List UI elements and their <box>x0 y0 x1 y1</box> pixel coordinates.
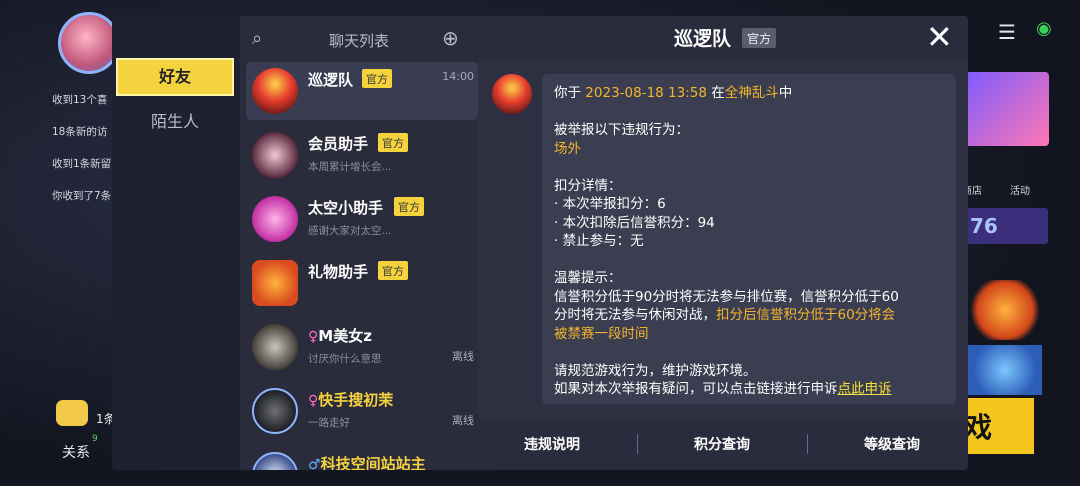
appeal-link[interactable]: 点此申诉 <box>838 381 892 397</box>
official-badge: 官方 <box>362 69 392 88</box>
contact-name: 巡逻队 <box>308 71 354 89</box>
menu-icon[interactable]: ☰ <box>998 20 1016 44</box>
tab-column: 好友 陌生人 <box>112 16 240 470</box>
fish-event-icon[interactable] <box>968 345 1042 395</box>
chat-list: ⌕ 聊天列表 ⊕ 巡逻队 官方 14:00 会员助手 官方 本周累计增长会...… <box>240 16 478 470</box>
message-line: · 禁止参与：无 <box>554 233 644 249</box>
chat-title: 巡逻队 <box>674 28 732 50</box>
relations-count: 9 <box>92 434 98 444</box>
player-avatar[interactable] <box>58 12 120 74</box>
level-query-button[interactable]: 等级查询 <box>832 434 952 454</box>
official-badge: 官方 <box>742 28 777 48</box>
female-icon: ♀ <box>308 329 319 345</box>
chat-dialog: 好友 陌生人 ⌕ 聊天列表 ⊕ 巡逻队 官方 14:00 会员助手 官方 本周累… <box>112 16 968 470</box>
divider <box>637 434 638 454</box>
avatar <box>252 196 298 242</box>
game-mode: 全神乱斗 <box>724 85 779 101</box>
message-line: 你于 2023-08-18 13:58 在全神乱斗中 <box>554 85 793 101</box>
tab-friends[interactable]: 好友 <box>116 58 234 96</box>
relations-label[interactable]: 关系 <box>62 442 90 462</box>
signal-icon: ◉ <box>1036 18 1052 39</box>
chat-header: 巡逻队 官方 ✕ <box>478 16 968 58</box>
message-time: 14:00 <box>442 70 474 83</box>
start-game-button[interactable]: 戏 <box>962 398 1034 454</box>
fire-event-icon[interactable] <box>970 280 1040 340</box>
avatar <box>252 324 298 370</box>
message-line: 温馨提示： <box>554 270 622 286</box>
message-line: · 本次举报扣分：6 <box>554 196 666 212</box>
list-item[interactable]: 会员助手 官方 本周累计增长会... <box>246 126 478 184</box>
avatar <box>252 132 298 178</box>
search-icon[interactable]: ⌕ <box>252 28 274 50</box>
contact-name: 会员助手 <box>308 135 369 153</box>
female-icon: ♀ <box>308 393 319 409</box>
violation-type: 场外 <box>554 140 581 157</box>
contact-name: 礼物助手 <box>308 263 369 281</box>
notification-gifts[interactable]: 收到13个喜 <box>52 92 112 107</box>
avatar <box>252 452 298 470</box>
contact-name: 太空小助手 <box>308 199 384 217</box>
chat-list-title: 聊天列表 <box>328 32 389 50</box>
list-item[interactable]: 礼物助手 官方 <box>246 254 478 312</box>
list-item[interactable]: ♀M美女z 讨厌你什么意思 离线 <box>246 318 478 376</box>
tab-strangers[interactable]: 陌生人 <box>116 104 234 140</box>
online-status: 离线 <box>452 414 474 427</box>
report-date: 2023-08-18 13:58 <box>585 85 707 101</box>
sender-avatar <box>492 74 532 114</box>
chat-list-header: ⌕ 聊天列表 ⊕ <box>240 16 478 62</box>
contact-name: ♀快手搜初茉 <box>308 391 394 409</box>
message-line: · 本次扣除后信誉积分：94 <box>554 214 715 231</box>
message-line: 如果对本次举报有疑问，可以点击链接进行申诉点此申诉 <box>554 381 892 397</box>
message-bubble: 你于 2023-08-18 13:58 在全神乱斗中 被举报以下违规行为： 场外… <box>542 74 956 404</box>
notification-other[interactable]: 你收到了7条 <box>52 188 112 203</box>
rules-button[interactable]: 违规说明 <box>492 434 612 454</box>
list-item[interactable]: ♀快手搜初茉 一路走好 离线 <box>246 382 478 440</box>
points-query-button[interactable]: 积分查询 <box>662 434 782 454</box>
notification-visits[interactable]: 18条新的访 <box>52 124 112 139</box>
divider <box>807 434 808 454</box>
chat-footer: 违规说明 积分查询 等级查询 <box>478 418 968 470</box>
message-preview: 本周累计增长会... <box>308 161 392 173</box>
official-badge: 官方 <box>378 133 408 152</box>
avatar <box>252 68 298 114</box>
score-banner[interactable]: 76 <box>966 208 1048 244</box>
list-item[interactable]: 巡逻队 官方 14:00 <box>246 62 478 120</box>
close-icon[interactable]: ✕ <box>926 18 953 56</box>
avatar <box>252 388 298 434</box>
official-badge: 官方 <box>394 197 424 216</box>
message-line: 扣分详情： <box>554 177 622 194</box>
list-item[interactable]: 太空小助手 官方 感谢大家对太空... <box>246 190 478 248</box>
message-line: 信誉积分低于90分时将无法参与排位赛，信誉积分低于60 <box>554 288 899 305</box>
activity-label[interactable]: 活动 <box>1010 182 1030 197</box>
notification-messages[interactable]: 收到1条新留 <box>52 156 112 171</box>
chat-bubble-icon[interactable] <box>56 400 88 426</box>
message-preview: 讨厌你什么意思 <box>308 353 382 365</box>
official-badge: 官方 <box>378 261 408 280</box>
promo-banner[interactable] <box>965 72 1049 146</box>
message-line: 被禁赛一段时间 <box>554 325 649 342</box>
chat-panel: 巡逻队 官方 ✕ 你于 2023-08-18 13:58 在全神乱斗中 被举报以… <box>478 16 968 470</box>
message-line: 请规范游戏行为，维护游戏环境。 <box>554 362 757 379</box>
message-line: 分时将无法参与休闲对战，扣分后信誉积分低于60分将会 <box>554 307 896 323</box>
add-friend-icon[interactable]: ⊕ <box>442 26 459 50</box>
message-preview: 感谢大家对太空... <box>308 225 392 237</box>
contact-name: ♂科技空间站站主 <box>308 453 426 470</box>
message-line: 被举报以下违规行为： <box>554 122 689 138</box>
contact-name: ♀M美女z <box>308 327 372 345</box>
list-item[interactable]: ♂科技空间站站主 <box>246 446 478 470</box>
message-preview: 一路走好 <box>308 417 350 429</box>
gift-avatar <box>252 260 298 306</box>
male-icon: ♂ <box>308 457 321 470</box>
online-status: 离线 <box>452 350 474 363</box>
